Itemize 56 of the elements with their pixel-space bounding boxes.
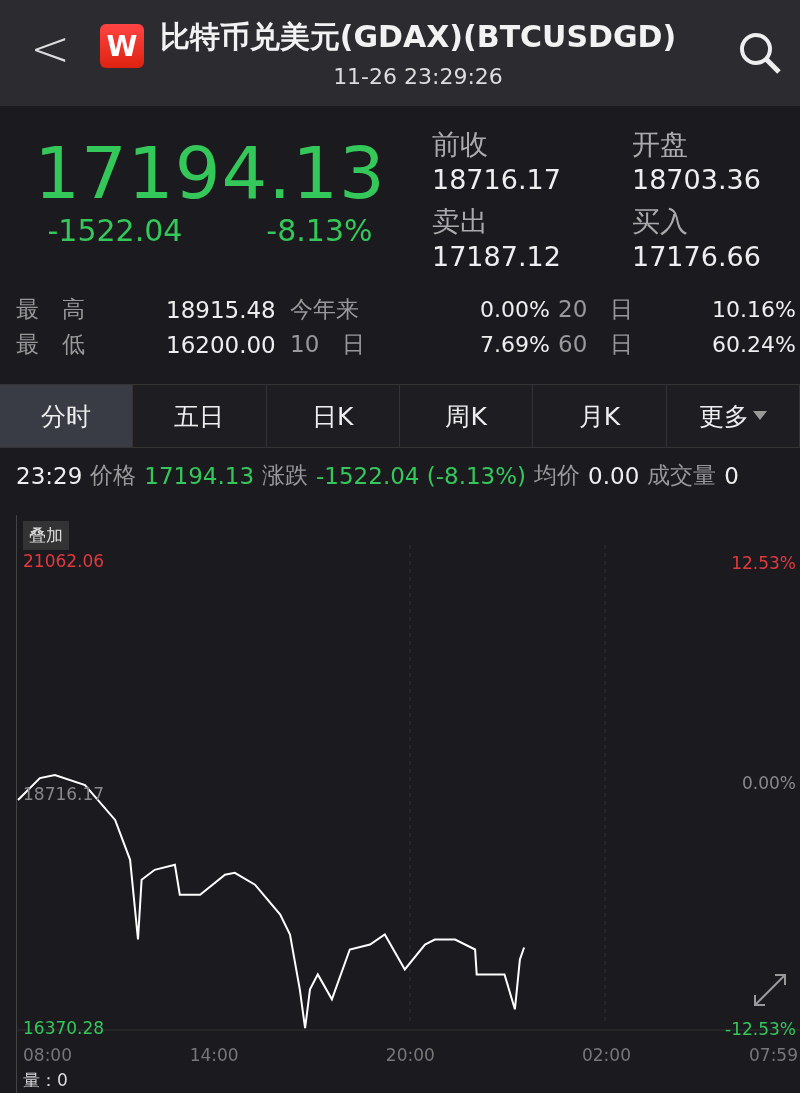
period-label: 10 日 [290,330,367,359]
period-value: 60.24% [711,332,796,357]
period-tab[interactable]: 分时 [0,385,134,447]
change-value: -1522.04 (-8.13%) [316,462,527,489]
app-logo: W [100,24,144,68]
search-icon[interactable] [738,31,782,75]
period-tab[interactable]: 五日 [133,385,267,447]
period-label: 今年来 [290,295,360,324]
range-value: 18915.48 [166,296,277,323]
overlay-button[interactable]: 叠加 [23,521,69,550]
period-tab[interactable]: 月K [533,385,667,447]
period-value: 0.00% [479,297,550,322]
percent-axis-max: 12.53% [731,553,796,573]
time-axis-label: 02:00 [582,1045,631,1065]
price-label: 价格 [90,461,137,490]
period-value: 10.16% [711,297,796,322]
back-button[interactable]: < [29,20,71,86]
time-axis-label: 20:00 [385,1045,435,1065]
period-value: 7.69% [479,332,550,357]
stat-value: 18716.17 [432,164,562,195]
stat-value: 17176.66 [632,241,762,272]
range-label: 最 低 [16,330,86,359]
y-axis-label: 16370.28 [23,1018,105,1039]
page-title: 比特币兑美元(GDAX)(BTCUSDGD) [159,18,677,56]
percent-change: -8.13% [266,213,373,249]
period-label: 60 日 [557,330,635,359]
stat-label: 开盘 [632,127,689,163]
volume-label: 成交量 [647,461,717,490]
volume-readout: 量：0 [23,1069,68,1092]
timestamp: 11-26 23:29:26 [333,64,503,89]
y-axis-label: 21062.06 [23,550,105,571]
period-tab[interactable]: 更多 [666,385,800,447]
stat-value: 17187.12 [432,241,562,272]
range-label: 最 高 [16,295,86,324]
change-label: 涨跌 [262,461,309,490]
price-value: 17194.13 [144,462,255,489]
expand-icon[interactable] [754,974,786,1006]
range-value: 16200.00 [166,331,277,358]
period-label: 20 日 [557,295,635,324]
price-change: -1522.04 [47,213,183,249]
period-tab[interactable]: 周K [400,385,534,447]
average-label: 均价 [534,461,581,490]
average-value: 0.00 [588,462,640,489]
stat-label: 卖出 [432,204,489,240]
period-tab[interactable]: 日K [266,385,400,447]
stat-label: 买入 [632,204,689,240]
percent-axis-zero: 0.00% [742,773,796,793]
last-price: 17194.13 [34,134,386,214]
time-axis-label: 14:00 [189,1045,239,1065]
percent-axis-min: -12.53% [725,1019,796,1039]
info-time: 23:29 [16,462,83,489]
time-axis-label: 08:00 [23,1045,72,1065]
stat-label: 前收 [432,127,489,163]
stat-value: 18703.36 [632,164,762,195]
time-axis-label: 07:59 [749,1045,798,1065]
volume-value: 0 [724,462,739,489]
